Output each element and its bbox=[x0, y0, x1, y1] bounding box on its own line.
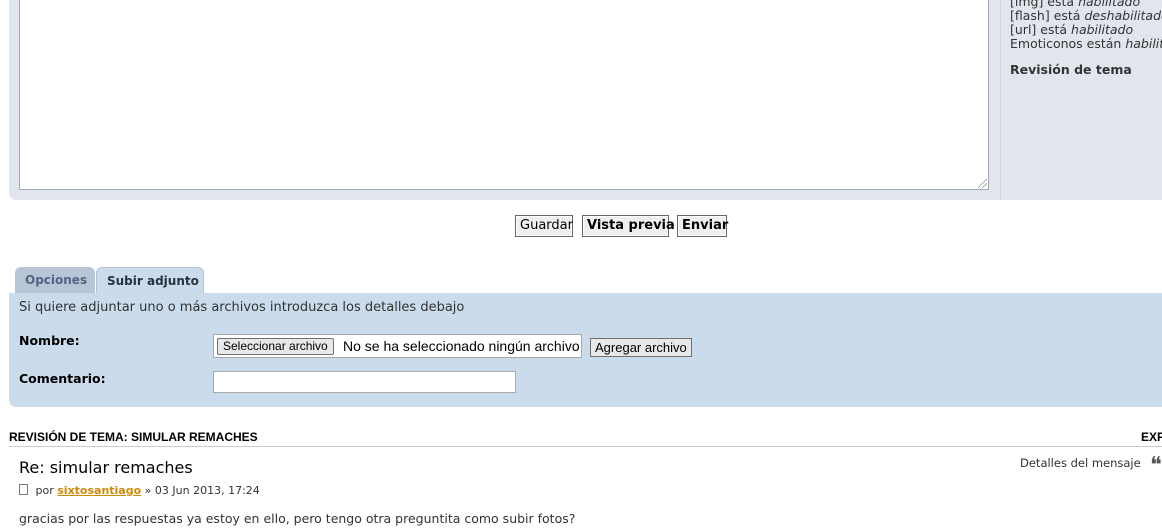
filename-label: Nombre: bbox=[19, 333, 80, 348]
bbcode-state: habilitado bbox=[1071, 22, 1134, 37]
divider bbox=[9, 446, 1162, 447]
bbcode-flash-status: [flash] está deshabilitado bbox=[1010, 8, 1162, 23]
post-meta: por sixtosantiago » 03 Jun 2013, 17:24 bbox=[19, 484, 260, 497]
tab-upload-attachment[interactable]: Subir adjunto bbox=[96, 267, 204, 293]
file-status-text: No se ha seleccionado ningún archivo bbox=[343, 338, 580, 354]
post-date: 03 Jun 2013, 17:24 bbox=[154, 484, 260, 497]
bbcode-tag-label: Emoticonos están bbox=[1010, 36, 1122, 51]
post-details-link[interactable]: Detalles del mensaje bbox=[1020, 456, 1141, 470]
topic-review-heading: Revisión de tema: SIMULAR REMACHES bbox=[9, 430, 258, 444]
add-file-button[interactable]: Agregar archivo bbox=[590, 338, 692, 357]
smilies-status: Emoticonos están habilitados bbox=[1010, 36, 1162, 51]
bbcode-tag-label: [url] está bbox=[1010, 22, 1068, 37]
expand-view-link[interactable]: EXP bbox=[1141, 430, 1162, 444]
comment-label: Comentario: bbox=[19, 371, 106, 386]
choose-file-button[interactable]: Seleccionar archivo bbox=[217, 338, 334, 355]
bbcode-status-column: [img] está habilitado [flash] está desha… bbox=[1000, 0, 1162, 200]
message-textarea[interactable] bbox=[19, 0, 989, 190]
meta-separator: » bbox=[144, 484, 152, 497]
topic-review-link[interactable]: Revisión de tema bbox=[1010, 62, 1132, 77]
post-body: gracias por las respuestas ya estoy en e… bbox=[19, 511, 576, 526]
file-input[interactable]: Seleccionar archivo No se ha seleccionad… bbox=[213, 334, 582, 358]
author-link[interactable]: sixtosantiago bbox=[57, 484, 141, 497]
by-label: por bbox=[35, 484, 54, 497]
bbcode-state: deshabilitado bbox=[1084, 8, 1162, 23]
post-title[interactable]: Re: simular remaches bbox=[19, 458, 193, 477]
quote-icon[interactable]: ❝ bbox=[1150, 455, 1162, 477]
comment-textarea[interactable] bbox=[213, 371, 516, 393]
preview-button[interactable]: Vista previa bbox=[582, 215, 675, 237]
submit-button[interactable]: Enviar bbox=[677, 215, 728, 237]
bbcode-state: habilitados bbox=[1125, 36, 1162, 51]
upload-intro-text: Si quiere adjuntar uno o más archivos in… bbox=[19, 300, 465, 315]
tab-options[interactable]: Opciones bbox=[15, 267, 95, 293]
save-button[interactable]: Guardar bbox=[515, 215, 573, 237]
bbcode-url-status: [url] está habilitado bbox=[1010, 22, 1133, 37]
resize-grip-icon[interactable] bbox=[978, 179, 987, 188]
post-icon bbox=[19, 484, 28, 495]
bbcode-tag-label: [flash] está bbox=[1010, 8, 1081, 23]
